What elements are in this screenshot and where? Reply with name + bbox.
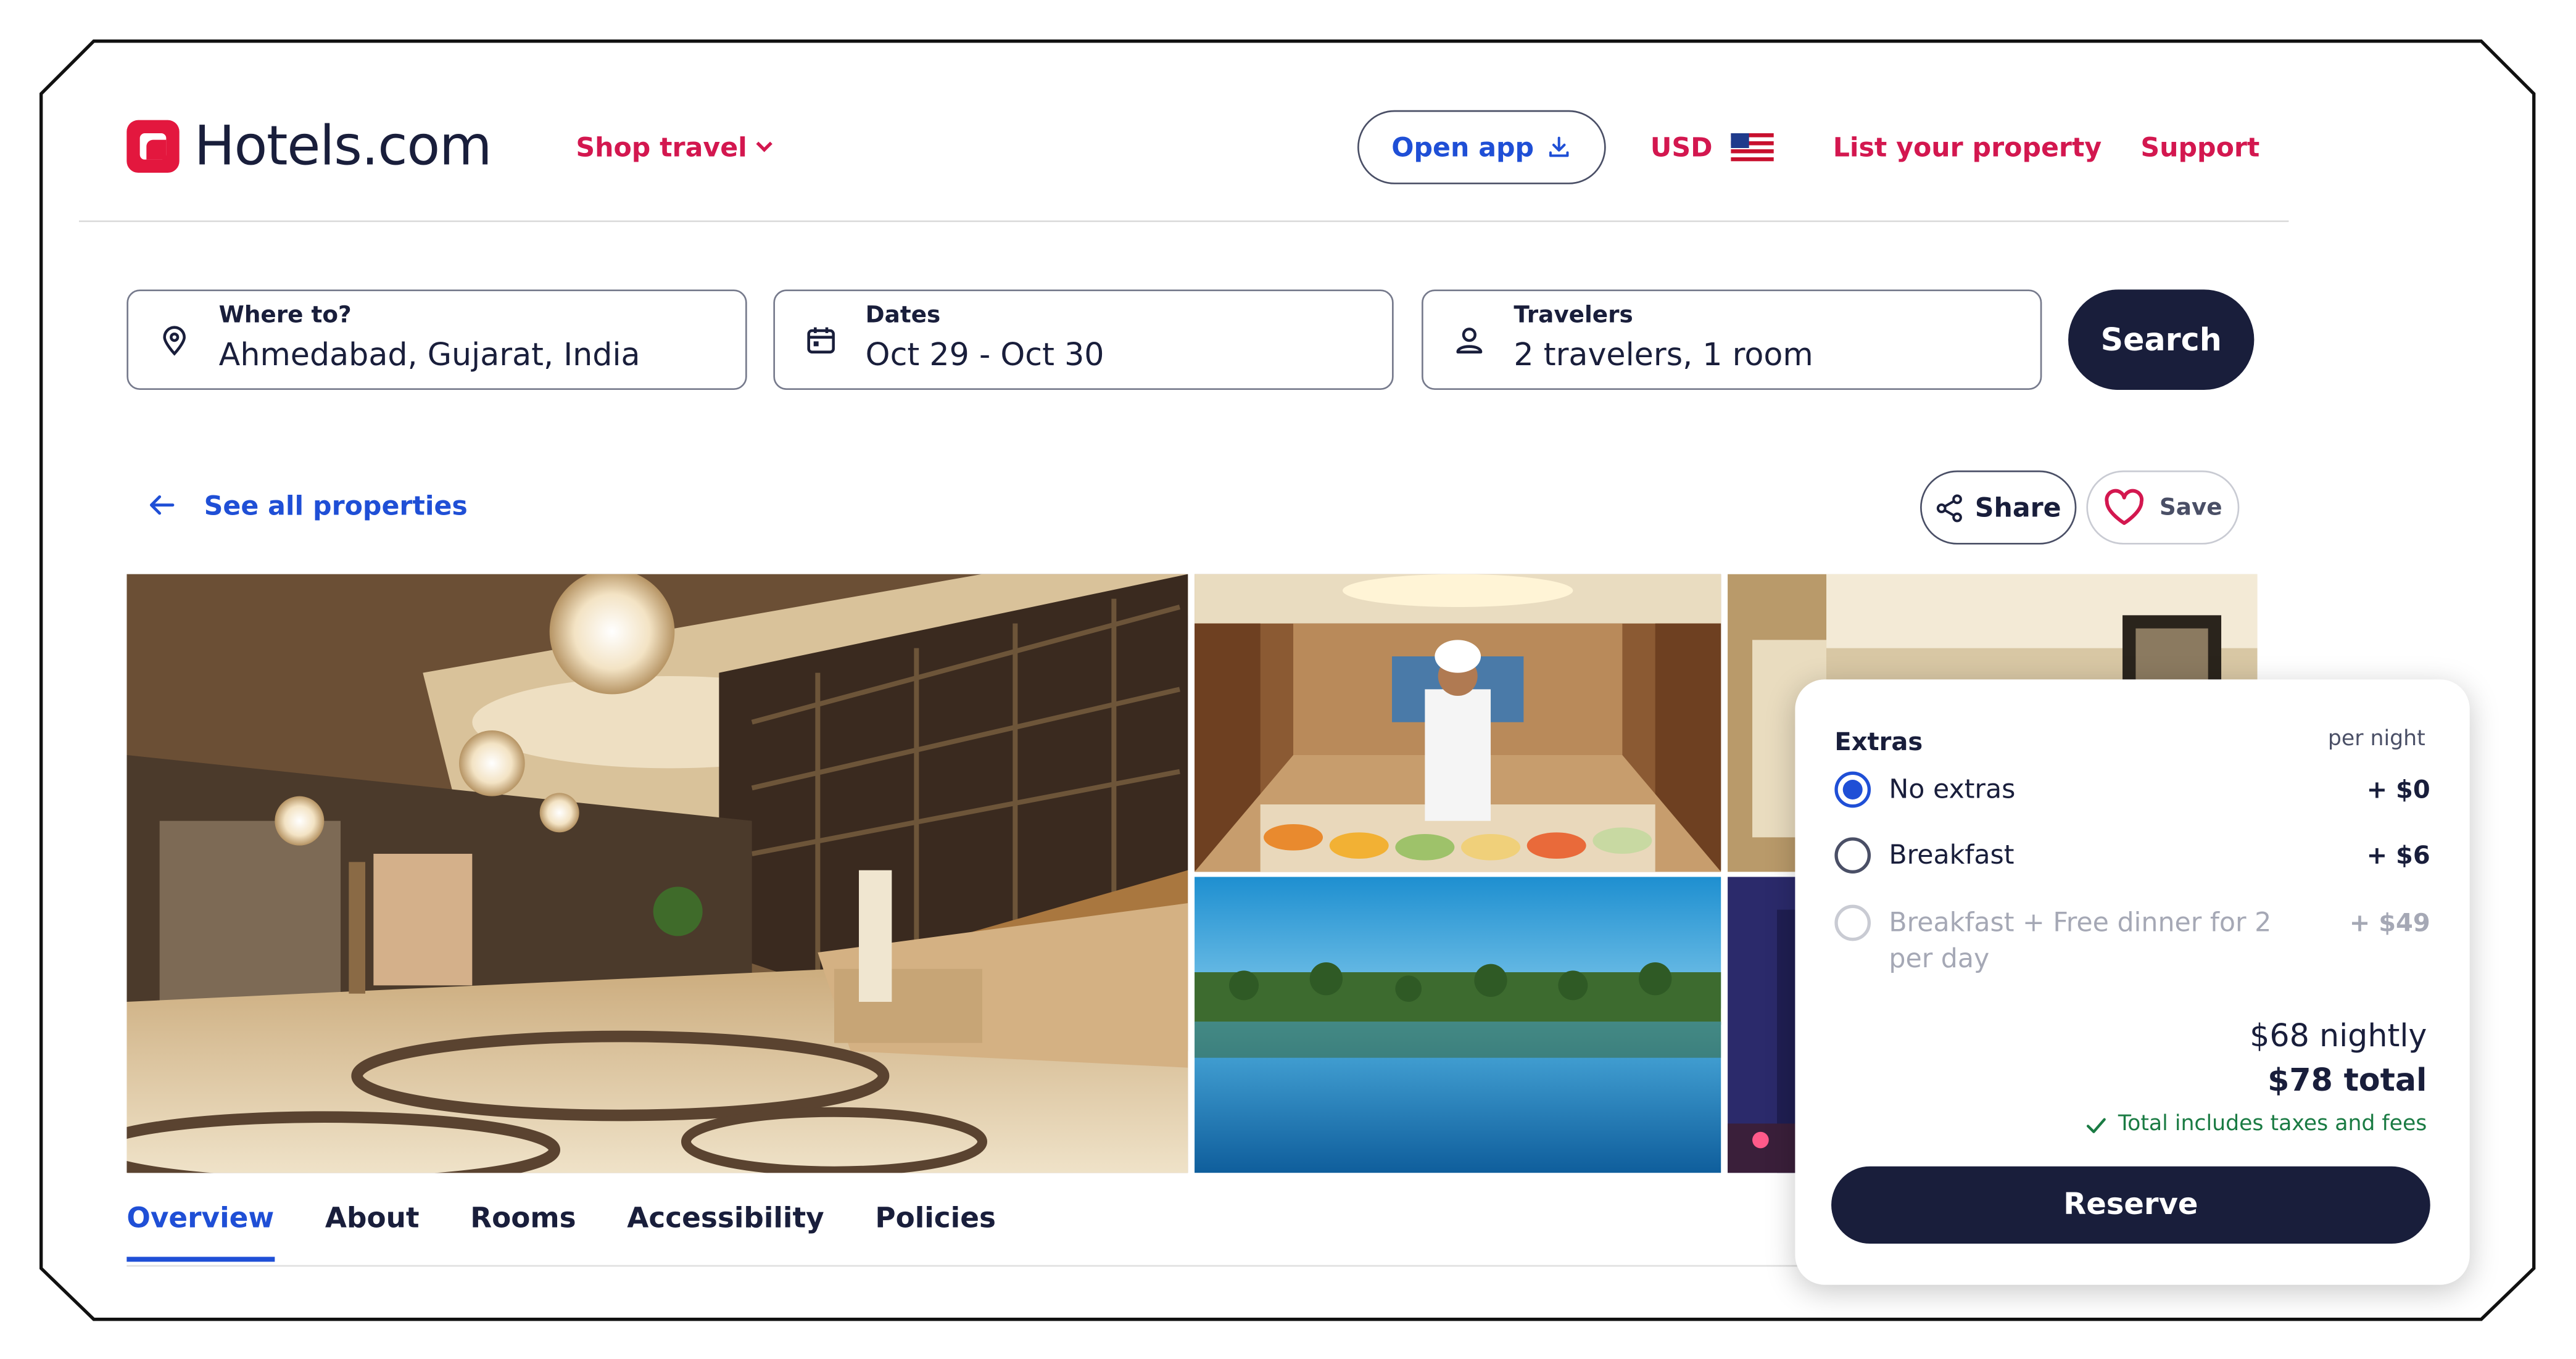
option-label: Breakfast + Free dinner for 2 per day [1889, 906, 2272, 974]
see-all-label: See all properties [204, 489, 468, 521]
option-price: + $0 [2366, 775, 2430, 805]
total-price: $78 total [2267, 1062, 2427, 1099]
brand-name: Hotels.com [194, 114, 492, 178]
extras-title: Extras [1834, 727, 1923, 757]
currency-selector[interactable]: USD [1650, 131, 1774, 163]
extra-option-breakfast[interactable]: Breakfast + $6 [1834, 837, 2430, 874]
save-button[interactable]: Save [2086, 470, 2240, 545]
property-tabs: Overview About Rooms Accessibility Polic… [126, 1202, 1046, 1262]
gallery-photo-pool[interactable] [1195, 877, 1721, 1173]
us-flag-icon [1730, 133, 1774, 162]
tab-policies[interactable]: Policies [875, 1202, 996, 1262]
radio-disabled [1834, 904, 1871, 941]
option-price: + $49 [2349, 908, 2430, 938]
extras-price-panel: Extras per night No extras + $0 Breakfas… [1795, 679, 2470, 1285]
currency-label: USD [1650, 131, 1713, 163]
hotels-logo-icon [126, 119, 180, 172]
reserve-button[interactable]: Reserve [1831, 1166, 2430, 1244]
list-property-label: List your property [1833, 131, 2102, 163]
tab-about[interactable]: About [325, 1202, 420, 1262]
shop-travel-label: Shop travel [576, 131, 747, 163]
calendar-icon [807, 327, 835, 353]
tabs-divider [126, 1265, 1887, 1267]
share-button[interactable]: Share [1920, 470, 2077, 545]
check-icon [2087, 1117, 2106, 1133]
download-icon [1549, 136, 1570, 157]
pool-image [1195, 877, 1721, 1173]
arrow-left-icon [149, 495, 175, 515]
gallery-photo-lobby[interactable] [126, 574, 1188, 1173]
per-night-label: per night [2327, 727, 2425, 752]
dates-field[interactable]: Dates Oct 29 - Oct 30 [773, 289, 1394, 390]
taxes-label: Total includes taxes and fees [2118, 1112, 2427, 1137]
share-label: Share [1974, 492, 2061, 524]
option-label: No extras [1889, 773, 2016, 805]
buffet-image [1195, 574, 1721, 872]
share-icon [1937, 494, 1963, 522]
support-label: Support [2140, 131, 2260, 163]
destination-value: Ahmedabad, Gujarat, India [218, 337, 640, 374]
open-app-button[interactable]: Open app [1357, 110, 1606, 184]
support-link[interactable]: Support [2140, 131, 2259, 163]
heart-icon [2105, 488, 2145, 524]
extra-option-no-extras[interactable]: No extras + $0 [1834, 771, 2430, 808]
chevron-down-icon [756, 136, 772, 152]
lobby-image [126, 574, 1188, 1173]
list-your-property-link[interactable]: List your property [1833, 131, 2102, 163]
save-label: Save [2159, 494, 2222, 521]
travelers-field[interactable]: Travelers 2 travelers, 1 room [1422, 289, 2042, 390]
map-pin-icon [163, 326, 186, 356]
person-icon [1456, 328, 1483, 353]
destination-label: Where to? [218, 302, 352, 329]
open-app-label: Open app [1391, 131, 1534, 163]
nightly-price: $68 nightly [2250, 1018, 2427, 1055]
destination-field[interactable]: Where to? Ahmedabad, Gujarat, India [126, 289, 747, 390]
page: Hotels.com Shop travel Open app USD List… [0, 0, 2575, 1359]
option-price: + $6 [2366, 840, 2430, 870]
see-all-properties-link[interactable]: See all properties [145, 489, 468, 521]
tab-accessibility[interactable]: Accessibility [627, 1202, 824, 1262]
travelers-value: 2 travelers, 1 room [1514, 337, 1813, 374]
brand-logo[interactable]: Hotels.com [126, 114, 492, 178]
header-divider [79, 220, 2289, 223]
dates-value: Oct 29 - Oct 30 [865, 337, 1104, 374]
option-label: Breakfast [1889, 839, 2015, 870]
radio-unselected[interactable] [1834, 837, 1871, 874]
taxes-note: Total includes taxes and fees [2085, 1112, 2427, 1137]
dates-label: Dates [865, 302, 941, 329]
tab-overview[interactable]: Overview [126, 1202, 274, 1262]
extra-option-breakfast-dinner: Breakfast + Free dinner for 2 per day + … [1834, 904, 2430, 977]
tab-rooms[interactable]: Rooms [470, 1202, 576, 1262]
radio-selected[interactable] [1834, 771, 1871, 808]
gallery-photo-buffet[interactable] [1195, 574, 1721, 872]
travelers-label: Travelers [1514, 302, 1633, 329]
shop-travel-menu[interactable]: Shop travel [576, 131, 772, 163]
search-button[interactable]: Search [2068, 289, 2255, 390]
